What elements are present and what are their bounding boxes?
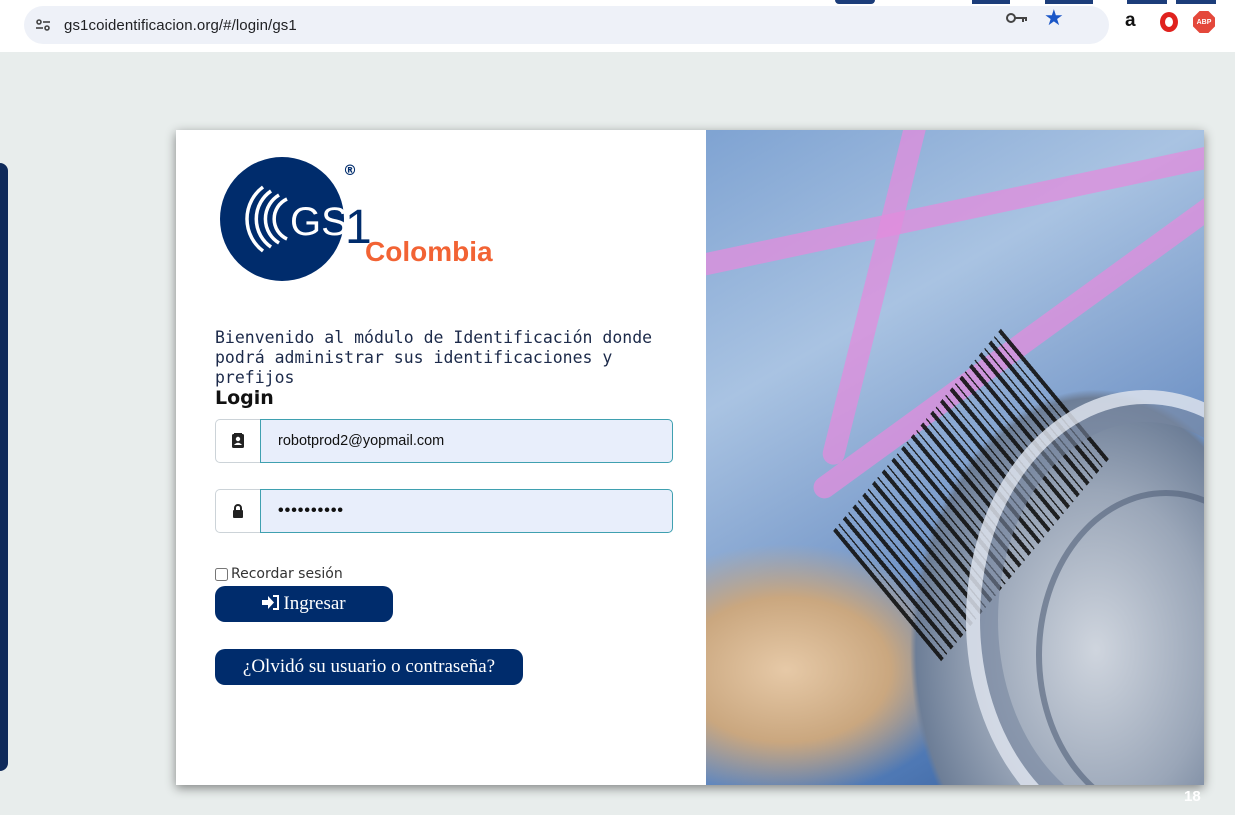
welcome-text: Bienvenido al módulo de Identificación d… bbox=[215, 328, 653, 387]
registered-mark: ® bbox=[343, 163, 357, 179]
window-decoration bbox=[1127, 0, 1167, 4]
opera-extension-icon[interactable] bbox=[1160, 12, 1178, 32]
address-bar[interactable]: gs1coidentificacion.org/#/login/gs1 bbox=[24, 6, 1109, 44]
email-field bbox=[215, 419, 673, 463]
email-input[interactable] bbox=[260, 419, 673, 463]
password-field bbox=[215, 489, 673, 533]
window-decoration bbox=[1176, 0, 1216, 4]
gs1-logo-mark: GS 1 ® bbox=[220, 157, 372, 281]
login-button[interactable]: Ingresar bbox=[215, 586, 393, 622]
login-title: Login bbox=[215, 387, 274, 409]
window-decoration bbox=[972, 0, 1010, 4]
window-decoration bbox=[1045, 0, 1093, 4]
bookmark-star-icon[interactable]: ★ bbox=[1044, 8, 1064, 30]
password-input[interactable] bbox=[260, 489, 673, 533]
slide-number: 18 bbox=[1184, 788, 1201, 805]
adblock-plus-extension-icon[interactable]: ABP bbox=[1193, 11, 1215, 33]
url-text[interactable]: gs1coidentificacion.org/#/login/gs1 bbox=[64, 17, 297, 34]
browser-toolbar: gs1coidentificacion.org/#/login/gs1 ★ a … bbox=[0, 0, 1235, 52]
background-strip bbox=[0, 163, 8, 771]
remember-checkbox[interactable] bbox=[215, 567, 228, 581]
svg-text:GS: GS bbox=[290, 200, 348, 244]
password-key-icon[interactable] bbox=[1006, 10, 1028, 29]
sign-in-icon bbox=[262, 594, 280, 614]
remember-label: Recordar sesión bbox=[231, 566, 343, 582]
forgot-credentials-button[interactable]: ¿Olvidó su usuario o contraseña? bbox=[215, 649, 523, 685]
remember-session[interactable]: Recordar sesión bbox=[215, 566, 343, 582]
lock-icon bbox=[215, 489, 260, 533]
gs1-logo: GS 1 ® Colombia bbox=[219, 153, 519, 303]
login-card: GS 1 ® Colombia Bienvenido al módulo de … bbox=[176, 130, 1204, 785]
barcode-can-photo bbox=[706, 130, 1204, 785]
window-decoration bbox=[835, 0, 875, 4]
login-panel: GS 1 ® Colombia Bienvenido al módulo de … bbox=[176, 130, 706, 785]
logo-country: Colombia bbox=[365, 236, 493, 267]
site-settings-icon[interactable] bbox=[32, 14, 54, 36]
contact-card-icon bbox=[215, 419, 260, 463]
login-button-label: Ingresar bbox=[283, 593, 346, 614]
amazon-extension-icon[interactable]: a bbox=[1125, 11, 1136, 30]
